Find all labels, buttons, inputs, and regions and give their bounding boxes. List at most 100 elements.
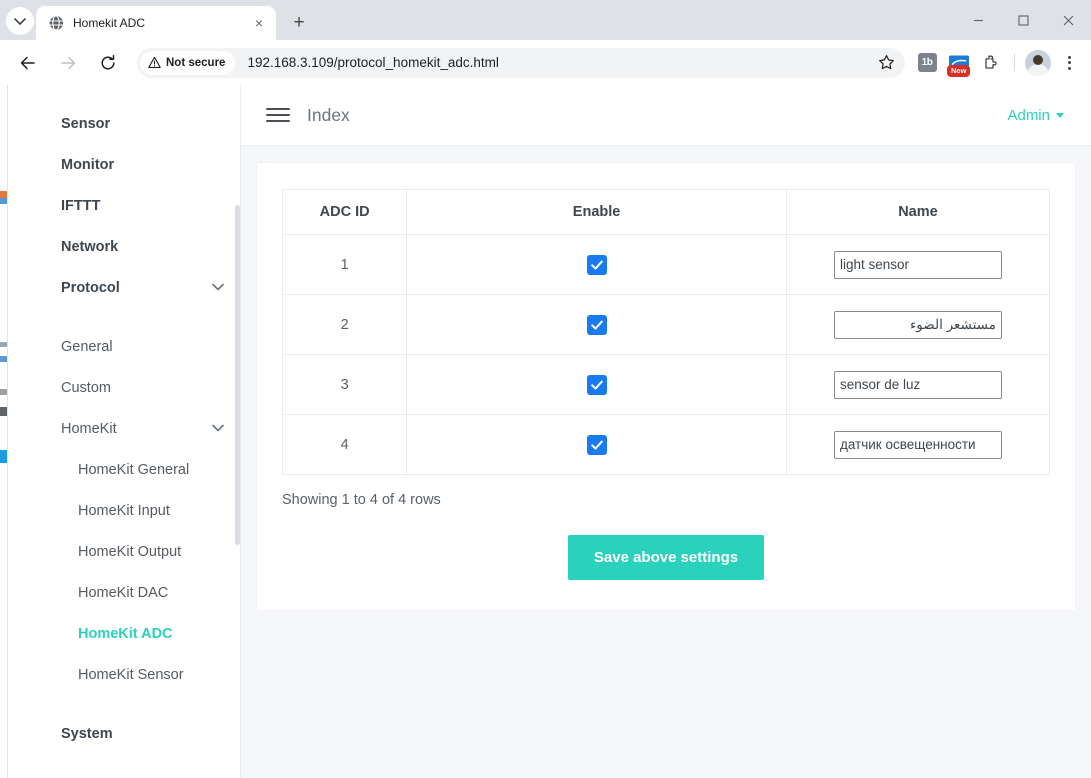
table-row: 3 xyxy=(281,354,1051,415)
browser-menu-icon[interactable] xyxy=(1055,49,1083,77)
tab-title: Homekit ADC xyxy=(73,16,146,30)
globe-icon xyxy=(48,15,63,31)
site-security-badge[interactable]: Not secure xyxy=(140,50,236,75)
sidebar-item-network[interactable]: Network xyxy=(8,226,240,267)
sidebar-item-general[interactable]: General xyxy=(8,326,240,367)
enable-checkbox[interactable] xyxy=(586,314,607,335)
nav-group-spacer xyxy=(8,308,240,326)
sidebar-item-label: Monitor xyxy=(61,156,115,173)
sidebar-item-homekit-general[interactable]: HomeKit General xyxy=(8,449,240,490)
enable-checkbox[interactable] xyxy=(586,374,607,395)
sidebar-item-custom[interactable]: Custom xyxy=(8,367,240,408)
extension-icons: 1b New xyxy=(912,48,1083,78)
sidebar-item-monitor[interactable]: Monitor xyxy=(8,144,240,185)
sidebar-item-label: HomeKit xyxy=(61,420,117,437)
cell-adc-id: 3 xyxy=(281,354,408,415)
cell-name xyxy=(785,234,1051,295)
browser-toolbar: Not secure 192.168.3.109/protocol_homeki… xyxy=(0,40,1091,85)
sidebar-item-ifttt[interactable]: IFTTT xyxy=(8,185,240,226)
sidebar-item-label: HomeKit Sensor xyxy=(78,666,184,683)
content-scroll-area: ADC ID Enable Name 1234 Showing 1 to 4 o… xyxy=(241,146,1091,778)
name-input[interactable] xyxy=(833,310,1002,339)
new-tab-button[interactable]: + xyxy=(285,8,313,36)
content-topbar: Index Admin xyxy=(241,85,1091,146)
sidebar-item-label: IFTTT xyxy=(61,197,101,214)
column-header-enable: Enable xyxy=(406,189,787,235)
toolbar-divider xyxy=(1014,54,1015,71)
cell-adc-id: 4 xyxy=(281,414,408,475)
sidebar-item-label: Protocol xyxy=(61,279,120,296)
sidebar-item-label: HomeKit General xyxy=(78,461,190,478)
adc-settings-card: ADC ID Enable Name 1234 Showing 1 to 4 o… xyxy=(257,163,1075,610)
warning-triangle-icon xyxy=(148,56,161,68)
window-controls xyxy=(956,0,1091,40)
main-content: Index Admin ADC ID Enable Name 1 light s… xyxy=(241,85,1091,778)
cell-name xyxy=(785,414,1051,475)
column-header-name: Name xyxy=(785,189,1051,235)
enable-checkbox[interactable] xyxy=(586,254,607,275)
cell-enable xyxy=(406,294,787,355)
close-icon[interactable] xyxy=(1046,0,1091,40)
onebrand-extension-icon[interactable]: 1b xyxy=(912,48,942,78)
sidebar-item-label: HomeKit ADC xyxy=(78,625,173,642)
sidebar-item-label: HomeKit Output xyxy=(78,543,182,560)
sidebar-nav: Sensor Monitor IFTTT Network Protocol General… xyxy=(8,85,241,778)
new-badge: New xyxy=(947,65,971,77)
sidebar-item-protocol[interactable]: Protocol xyxy=(8,267,240,308)
sidebar-item-label: System xyxy=(61,725,113,742)
chevron-down-icon xyxy=(1056,112,1064,118)
sidebar-item-homekit-sensor[interactable]: HomeKit Sensor xyxy=(8,654,240,695)
table-header-row: ADC ID Enable Name xyxy=(281,189,1051,235)
browser-window: Homekit ADC × + Not secure 192.168.3.109… xyxy=(0,0,1091,778)
screenshot-extension-icon[interactable]: New xyxy=(944,48,974,78)
sidebar-item-system[interactable]: System xyxy=(8,713,240,754)
sidebar-item-homekit[interactable]: HomeKit xyxy=(8,408,240,449)
name-input[interactable] xyxy=(833,370,1002,399)
cell-name xyxy=(785,354,1051,415)
name-input[interactable] xyxy=(833,430,1002,459)
pagination-info: Showing 1 to 4 of 4 rows xyxy=(282,492,441,508)
table-row: 4 xyxy=(281,414,1051,475)
sidebar-item-homekit-output[interactable]: HomeKit Output xyxy=(8,531,240,572)
cell-name xyxy=(785,294,1051,355)
chevron-down-icon[interactable] xyxy=(212,423,224,435)
nav-group-spacer xyxy=(8,695,240,713)
minimize-icon[interactable] xyxy=(956,0,1001,40)
name-input[interactable] xyxy=(833,250,1002,279)
adc-table: ADC ID Enable Name 1234 xyxy=(281,189,1051,475)
chevron-down-icon[interactable] xyxy=(212,282,224,294)
account-dropdown[interactable]: Admin xyxy=(1007,107,1064,124)
save-button[interactable]: Save above settings xyxy=(567,535,765,580)
sidebar-item-homekit-dac[interactable]: HomeKit DAC xyxy=(8,572,240,613)
sidebar-item-sensor[interactable]: Sensor xyxy=(8,103,240,144)
tab-close-icon[interactable]: × xyxy=(250,14,268,32)
adc-table-body: 1234 xyxy=(281,234,1051,475)
sidebar-item-homekit-input[interactable]: HomeKit Input xyxy=(8,490,240,531)
reload-button-icon[interactable] xyxy=(93,48,123,78)
maximize-icon[interactable] xyxy=(1001,0,1046,40)
enable-checkbox[interactable] xyxy=(586,434,607,455)
forward-button-icon[interactable] xyxy=(53,48,83,78)
sidebar-item-label: Sensor xyxy=(61,115,111,132)
tab-search-icon[interactable] xyxy=(6,7,34,35)
avatar[interactable] xyxy=(1023,48,1053,78)
sidebar-item-label: Custom xyxy=(61,379,111,396)
cell-enable xyxy=(406,354,787,415)
sidebar-scrollbar-thumb[interactable] xyxy=(235,205,240,545)
browser-tab[interactable]: Homekit ADC × xyxy=(36,6,276,40)
page-viewport: Sensor Monitor IFTTT Network Protocol General… xyxy=(0,85,1091,778)
hamburger-icon[interactable] xyxy=(266,108,290,122)
sidebar-scrollbar[interactable] xyxy=(235,85,240,778)
page-title: Index xyxy=(307,104,350,125)
security-label: Not secure xyxy=(166,56,226,69)
sidebar-item-label: HomeKit DAC xyxy=(78,584,169,601)
tab-strip: Homekit ADC × + xyxy=(0,0,1091,40)
sidebar-item-homekit-adc[interactable]: HomeKit ADC xyxy=(8,613,240,654)
address-bar[interactable]: Not secure 192.168.3.109/protocol_homeki… xyxy=(137,47,905,78)
url-text[interactable]: 192.168.3.109/protocol_homekit_adc.html xyxy=(247,55,873,70)
extensions-puzzle-icon[interactable] xyxy=(976,48,1006,78)
back-button-icon[interactable] xyxy=(13,48,43,78)
sidebar-item-label: General xyxy=(61,338,113,355)
bookmark-star-icon[interactable] xyxy=(873,50,899,76)
sidebar-item-label: HomeKit Input xyxy=(78,502,170,519)
